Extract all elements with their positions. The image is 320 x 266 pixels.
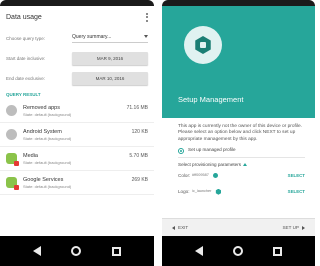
chevron-left-icon <box>172 225 175 230</box>
app-logo <box>184 26 222 64</box>
color-swatch-icon <box>212 173 218 179</box>
radio-selected-icon <box>178 147 184 154</box>
usage-item-size: 5.70 MB <box>129 152 148 159</box>
back-icon[interactable] <box>195 246 203 256</box>
logo-param-row: Logo: ic_launcher SELECT <box>178 184 305 200</box>
setup-header: Setup Management <box>162 6 315 118</box>
google-services-icon <box>6 177 19 190</box>
logo-value: ic_launcher <box>192 189 212 194</box>
usage-item-name: Android System <box>23 128 62 135</box>
navigation-bar <box>162 236 315 266</box>
usage-item-state: State: default (background) <box>23 183 72 189</box>
setup-content: This app is currently not the owner of t… <box>162 118 315 200</box>
end-date-row: End date exclusive: MAR 10, 2016 <box>0 68 154 88</box>
data-usage-screen: Data usage Choose query type: Query summ… <box>0 6 154 236</box>
home-icon[interactable] <box>233 246 243 256</box>
removed-apps-icon <box>6 105 17 116</box>
usage-item-android-system[interactable]: Android System 120 KB State: default (bac… <box>0 123 154 147</box>
color-value: #ff009587 <box>192 173 209 178</box>
setup-management-screen: Setup Management This app is currently n… <box>162 6 315 236</box>
recent-apps-icon[interactable] <box>273 246 282 256</box>
app-bar: Data usage <box>0 6 154 28</box>
usage-item-name: Google Services <box>23 176 64 183</box>
chevron-up-icon <box>243 163 248 167</box>
app-title: Data usage <box>6 13 42 21</box>
usage-item-google-services[interactable]: Google Services 269 KB State: default (ba… <box>0 171 154 195</box>
start-date-label: Start date inclusive: <box>6 55 46 61</box>
setup-button[interactable]: SET UP <box>282 225 305 230</box>
dropdown-arrow-icon <box>144 34 148 38</box>
divider <box>178 156 305 158</box>
color-param-row: Color: #ff009587 SELECT <box>178 168 305 184</box>
query-result-header: QUERY RESULT <box>6 92 41 97</box>
phone-left: Data usage Choose query type: Query summ… <box>0 0 154 266</box>
setup-title: Setup Management <box>178 95 244 104</box>
usage-item-size: 71.16 MB <box>126 104 148 111</box>
usage-item-removed-apps[interactable]: Removed apps 71.16 MB State: default (bac… <box>0 99 154 123</box>
android-system-icon <box>6 129 17 140</box>
navigation-bar <box>0 236 154 266</box>
usage-item-state: State: default (background) <box>23 135 72 141</box>
media-app-icon <box>6 153 19 166</box>
chevron-right-icon <box>302 225 305 230</box>
managed-profile-option[interactable]: Set up managed profile <box>178 147 305 154</box>
end-date-label: End date exclusive: <box>6 75 46 81</box>
setup-label: SET UP <box>282 225 299 230</box>
usage-item-size: 269 KB <box>131 176 148 183</box>
exit-label: EXIT <box>178 225 189 230</box>
usage-item-state: State: default (background) <box>23 111 72 117</box>
select-color-button[interactable]: SELECT <box>288 173 305 179</box>
recent-apps-icon[interactable] <box>111 246 121 256</box>
logo-label: Logo: <box>178 188 190 194</box>
managed-profile-label: Set up managed profile <box>188 147 236 153</box>
usage-item-media[interactable]: Media 5.70 MB State: default (background) <box>0 147 154 171</box>
hexagon-icon <box>195 36 211 54</box>
setup-bottom-bar: EXIT SET UP <box>162 218 315 236</box>
color-label: Color: <box>178 172 191 178</box>
home-icon[interactable] <box>71 246 82 256</box>
end-date-button[interactable]: MAR 10, 2016 <box>72 71 148 85</box>
exit-button[interactable]: EXIT <box>172 225 188 230</box>
select-logo-button[interactable]: SELECT <box>288 189 305 195</box>
usage-item-state: State: default (background) <box>23 159 72 165</box>
start-date-button[interactable]: MAR 9, 2016 <box>72 51 148 65</box>
query-type-label: Choose query type: <box>6 35 46 41</box>
provisioning-label: Select provisioning parameters <box>178 161 242 167</box>
usage-item-name: Media <box>23 152 38 159</box>
query-type-row: Choose query type: Query summary... <box>0 28 154 48</box>
usage-item-size: 120 KB <box>131 128 148 135</box>
query-type-dropdown[interactable]: Query summary... <box>72 34 148 43</box>
logo-preview-icon <box>215 188 222 195</box>
back-icon[interactable] <box>33 246 42 256</box>
overflow-menu-icon[interactable] <box>146 12 148 22</box>
start-date-row: Start date inclusive: MAR 9, 2016 <box>0 48 154 68</box>
phone-right: Setup Management This app is currently n… <box>162 0 315 266</box>
setup-description: This app is currently not the owner of t… <box>178 124 302 142</box>
usage-item-name: Removed apps <box>23 104 60 111</box>
query-type-value: Query summary... <box>72 33 112 40</box>
